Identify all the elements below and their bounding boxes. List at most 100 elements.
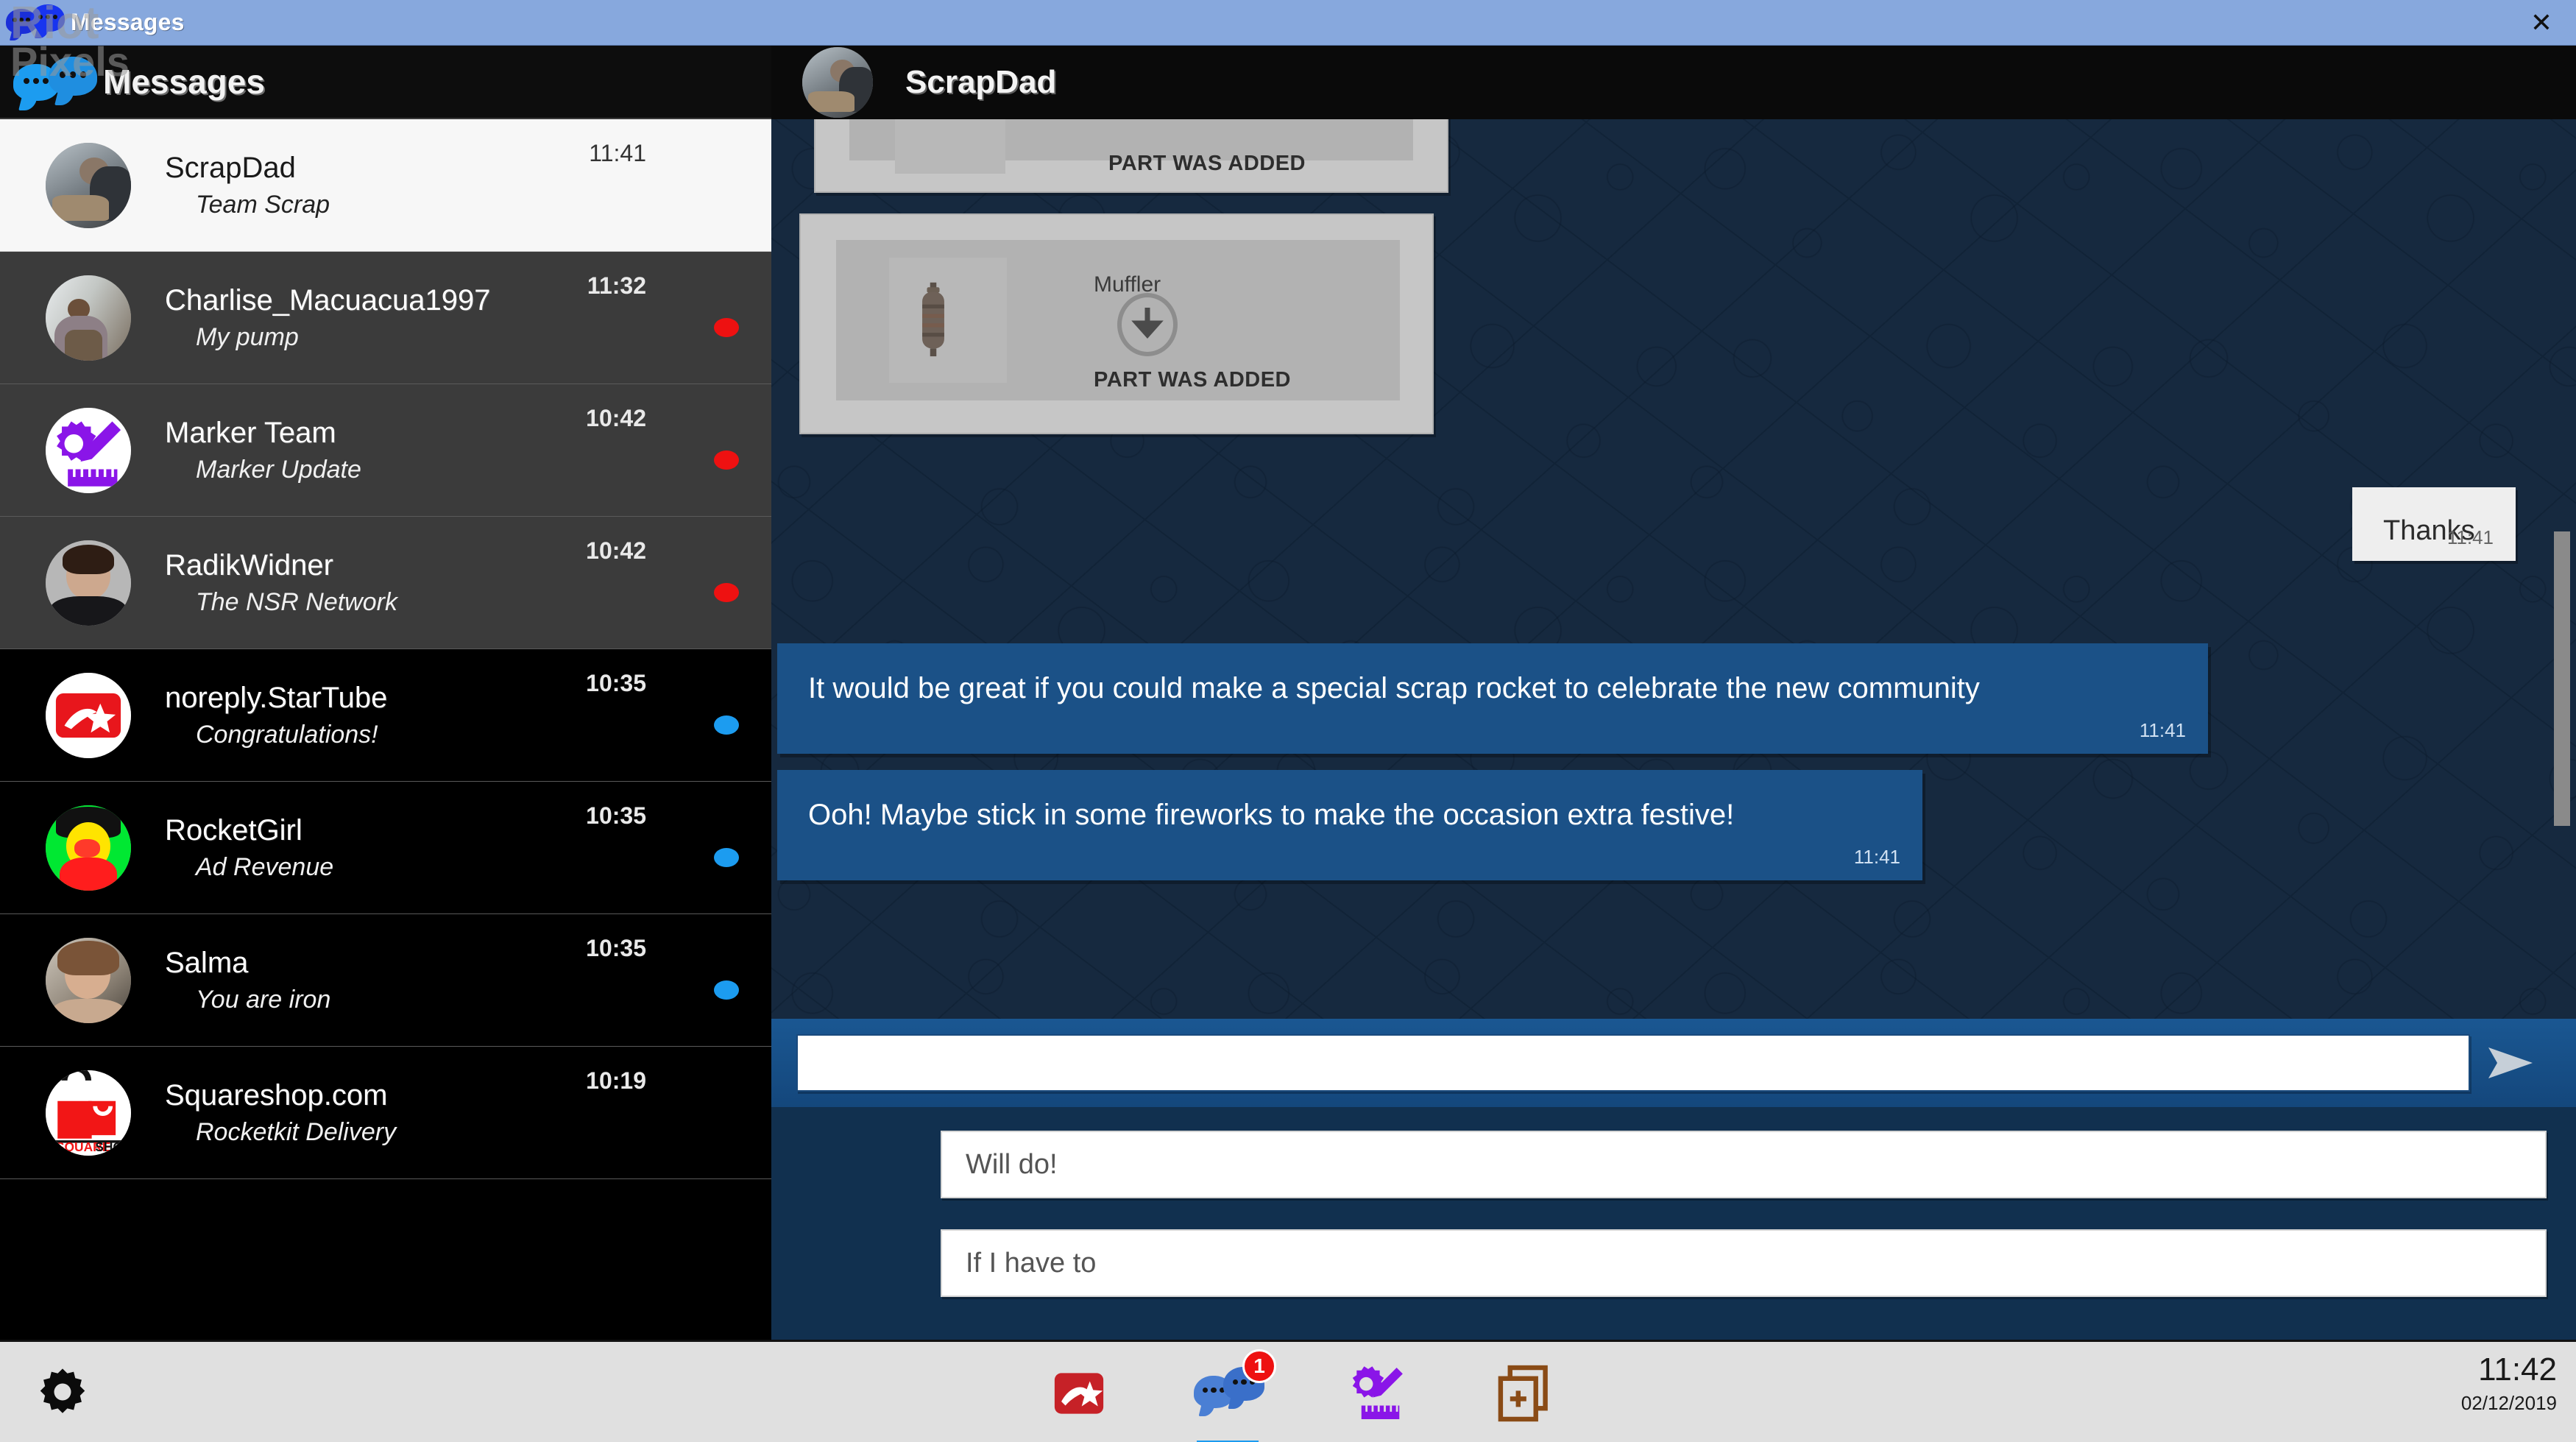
conversation-preview: Congratulations! <box>196 720 378 749</box>
startube-red-icon <box>55 693 121 738</box>
message-text: Ooh! Maybe stick in some fireworks to ma… <box>808 799 1735 831</box>
sidebar-item-noreply-startube[interactable]: noreply.StarTube Congratulations! 10:35 <box>0 649 771 782</box>
window-titlebar: Messages ✕ <box>0 0 2576 46</box>
copy-plus-icon <box>1498 1365 1548 1421</box>
message-input[interactable] <box>796 1034 2470 1092</box>
conversation-preview: You are iron <box>196 985 331 1014</box>
avatar <box>46 540 131 626</box>
sidebar-item-squareshop[interactable]: SQUARE SHOP Squareshop.com Rocketkit Del… <box>0 1047 771 1179</box>
unread-indicator <box>714 715 739 735</box>
chat-scrollbar-thumb[interactable] <box>2554 531 2570 826</box>
conversation-name: Salma <box>165 946 249 979</box>
close-icon[interactable]: ✕ <box>2523 4 2560 41</box>
sidebar-item-scrapdad[interactable]: ScrapDad Team Scrap 11:41 <box>0 119 771 252</box>
conversation-preview: The NSR Network <box>196 587 397 616</box>
unread-indicator <box>714 848 739 867</box>
conversation-preview: Ad Revenue <box>196 852 334 881</box>
messages-bubbles-icon <box>0 46 103 119</box>
avatar <box>46 407 131 493</box>
squareshop-bag-icon: SQUARE SHOP <box>54 1070 131 1154</box>
message-time: 11:41 <box>1853 846 1900 868</box>
conversation-name: noreply.StarTube <box>165 681 388 714</box>
message-text: It would be great if you could make a sp… <box>808 672 1980 704</box>
taskbar-app-parts[interactable] <box>1491 1360 1559 1427</box>
message-bubble-incoming[interactable]: It would be great if you could make a sp… <box>777 643 2208 754</box>
conversation-sidebar: Messages ScrapDad Team Scrap 11:41 Charl… <box>0 46 771 1340</box>
message-list: PART WAS ADDED Muffler PART WAS ADDED Th… <box>771 119 2576 1019</box>
conversation-time: 10:42 <box>586 405 646 431</box>
conversation-time: 10:19 <box>586 1067 646 1094</box>
avatar: SQUARE SHOP <box>46 1070 131 1156</box>
sidebar-header: Messages <box>0 46 771 119</box>
gear-icon[interactable] <box>0 1365 125 1418</box>
gear-pencil-ruler-icon <box>1352 1365 1403 1419</box>
conversation-time: 10:35 <box>586 935 646 961</box>
sidebar-item-charlise-macuacua1997[interactable]: Charlise_Macuacua1997 My pump 11:32 <box>0 252 771 384</box>
taskbar-clock[interactable]: 11:42 02/12/2019 <box>2461 1354 2557 1415</box>
sidebar-item-rocketgirl[interactable]: RocketGirl Ad Revenue 10:35 <box>0 782 771 914</box>
clock-time: 11:42 <box>2478 1351 2557 1388</box>
conversation-preview: Rocketkit Delivery <box>196 1117 397 1146</box>
avatar <box>46 937 131 1023</box>
quick-reply-list: Will do! If I have to <box>771 1107 2576 1340</box>
conversation-preview: My pump <box>196 322 299 351</box>
muffler-part-image <box>922 282 944 357</box>
taskbar-apps: 1 <box>1045 1342 1559 1442</box>
startube-red-icon <box>1054 1372 1104 1414</box>
conversation-time: 10:42 <box>586 537 646 564</box>
conversation-name: RocketGirl <box>165 813 302 847</box>
conversation-time: 10:35 <box>586 802 646 829</box>
taskbar-app-designer[interactable] <box>1342 1360 1410 1427</box>
unread-indicator <box>714 980 739 1000</box>
conversation-time: 11:32 <box>587 272 646 299</box>
chat-pane: ScrapDad PART WAS ADDED Muffler PART WAS… <box>771 46 2576 1340</box>
quick-reply-option[interactable]: If I have to <box>941 1229 2547 1297</box>
message-composer <box>771 1019 2576 1107</box>
chat-header: ScrapDad <box>771 46 2576 119</box>
avatar <box>46 275 131 361</box>
conversation-time: 11:41 <box>589 140 646 166</box>
unread-indicator <box>714 318 739 337</box>
chat-scrollbar[interactable] <box>2554 119 2570 1019</box>
unread-badge: 1 <box>1242 1349 1276 1383</box>
unread-indicator <box>714 450 739 470</box>
sidebar-item-marker-team[interactable]: Marker Team Marker Update 10:42 <box>0 384 771 517</box>
message-bubble-incoming[interactable]: Ooh! Maybe stick in some fireworks to ma… <box>777 770 1922 880</box>
conversation-name: ScrapDad <box>165 151 296 184</box>
conversation-preview: Marker Update <box>196 455 361 484</box>
message-time: 11:41 <box>2139 719 2186 741</box>
quick-reply-option[interactable]: Will do! <box>941 1131 2547 1198</box>
chat-contact-name: ScrapDad <box>905 64 1057 100</box>
avatar[interactable] <box>802 47 873 118</box>
conversation-name: RadikWidner <box>165 548 333 582</box>
svg-text:SHOP: SHOP <box>95 1139 131 1154</box>
taskbar-app-startube[interactable] <box>1045 1360 1113 1427</box>
sidebar-item-radikwidner[interactable]: RadikWidner The NSR Network 10:42 <box>0 517 771 649</box>
part-status: PART WAS ADDED <box>1094 368 1291 392</box>
avatar <box>46 672 131 758</box>
window-title: Messages <box>71 9 185 35</box>
messages-bubbles-icon <box>0 0 71 46</box>
message-bubble-outgoing[interactable]: Thanks 11:41 <box>2352 487 2516 561</box>
taskbar: 1 11:42 02/12/2019 <box>0 1340 2576 1442</box>
send-paper-plane-icon[interactable] <box>2470 1028 2551 1098</box>
sidebar-item-salma[interactable]: Salma You are iron 10:35 <box>0 914 771 1047</box>
part-status: PART WAS ADDED <box>1108 152 1306 175</box>
taskbar-app-messages[interactable]: 1 <box>1194 1349 1276 1442</box>
messages-app-window: Messages ✕ Riot Pixels Messages ScrapDad… <box>0 0 2576 1442</box>
part-card[interactable]: Muffler PART WAS ADDED <box>799 213 1434 434</box>
gear-pencil-ruler-icon <box>57 421 121 487</box>
conversation-name: Charlise_Macuacua1997 <box>165 283 491 317</box>
conversation-name: Squareshop.com <box>165 1078 388 1111</box>
conversation-name: Marker Team <box>165 416 336 449</box>
unread-indicator <box>714 583 739 602</box>
avatar <box>46 805 131 891</box>
conversation-preview: Team Scrap <box>196 190 330 219</box>
download-arrow-icon <box>1117 293 1178 356</box>
sidebar-title: Messages <box>103 63 265 101</box>
conversation-time: 10:35 <box>586 670 646 696</box>
message-time: 11:41 <box>2446 526 2494 548</box>
part-card[interactable]: PART WAS ADDED <box>814 119 1448 193</box>
clock-date: 02/12/2019 <box>2460 1392 2557 1414</box>
avatar <box>46 142 131 228</box>
